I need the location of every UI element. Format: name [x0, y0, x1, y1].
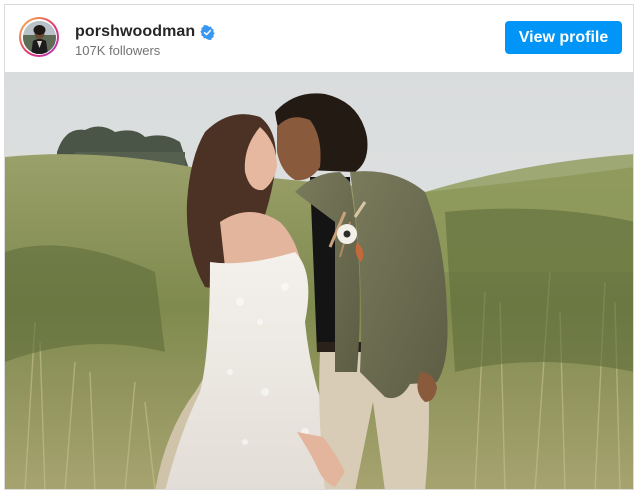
- profile-avatar[interactable]: [19, 17, 59, 57]
- post-header: porshwoodman 107K followers View profile: [5, 5, 633, 71]
- username-row: porshwoodman: [75, 22, 215, 42]
- avatar-ring-inner: [21, 19, 57, 55]
- avatar-portrait-icon: [22, 20, 56, 54]
- follower-count: 107K followers: [75, 43, 161, 58]
- wedding-kiss-photo: [5, 72, 633, 489]
- instagram-embed-card: porshwoodman 107K followers View profile: [4, 4, 634, 490]
- verified-badge-icon: [200, 24, 215, 40]
- avatar-photo: [22, 20, 56, 54]
- view-profile-button[interactable]: View profile: [505, 21, 622, 54]
- username-link[interactable]: porshwoodman: [75, 23, 195, 41]
- post-image[interactable]: [5, 72, 633, 489]
